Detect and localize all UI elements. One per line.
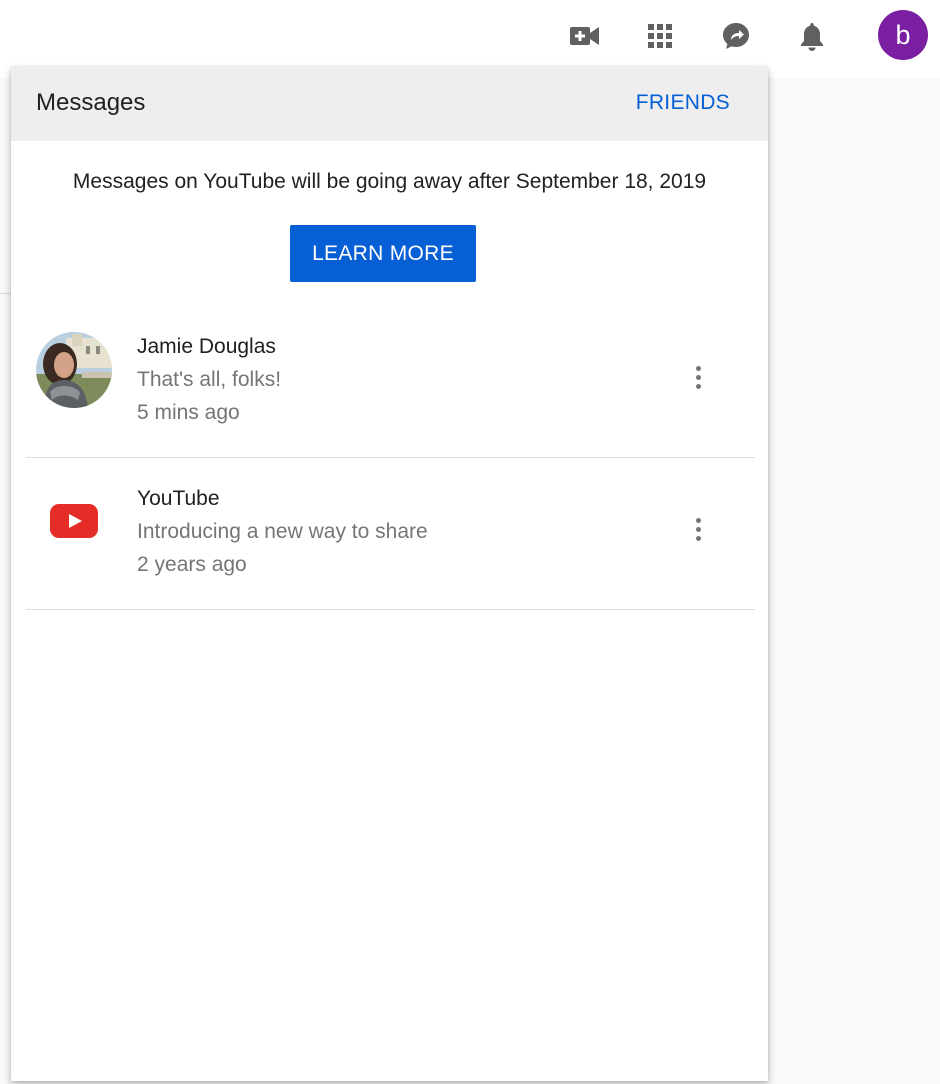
friends-button[interactable]: FRIENDS <box>636 91 730 115</box>
message-row[interactable]: Jamie Douglas That's all, folks! 5 mins … <box>26 307 755 458</box>
profile-photo-icon <box>36 332 112 408</box>
video-camera-plus-icon <box>570 27 599 45</box>
sender-name: YouTube <box>137 487 220 510</box>
avatar-letter: b <box>895 19 911 50</box>
message-time: 5 mins ago <box>137 401 240 424</box>
bell-icon <box>801 23 823 51</box>
create-video-button[interactable] <box>567 18 603 54</box>
panel-header: Messages FRIENDS <box>11 67 768 141</box>
message-row[interactable]: YouTube Introducing a new way to share 2… <box>26 459 755 610</box>
kebab-dot <box>695 517 701 523</box>
messages-button[interactable] <box>718 18 754 54</box>
message-time: 2 years ago <box>137 553 247 576</box>
apps-grid-icon <box>648 24 672 48</box>
kebab-dot <box>695 535 701 541</box>
notifications-button[interactable] <box>794 18 830 54</box>
kebab-dot <box>695 365 701 371</box>
learn-more-button[interactable]: LEARN MORE <box>290 225 476 282</box>
message-share-icon <box>723 23 749 49</box>
messages-panel: Messages FRIENDS Messages on YouTube wil… <box>11 67 768 1081</box>
kebab-dot <box>695 526 701 532</box>
message-snippet: Introducing a new way to share <box>137 520 428 543</box>
more-options-button[interactable] <box>686 509 710 549</box>
panel-title: Messages <box>36 89 146 116</box>
apps-button[interactable] <box>642 18 678 54</box>
youtube-logo-icon <box>50 504 98 538</box>
deprecation-notice: Messages on YouTube will be going away a… <box>72 170 707 193</box>
sender-name: Jamie Douglas <box>137 335 276 358</box>
kebab-dot <box>695 374 701 380</box>
kebab-dot <box>695 383 701 389</box>
account-avatar-button[interactable]: b <box>878 10 928 60</box>
message-snippet: That's all, folks! <box>137 368 282 391</box>
contact-avatar <box>36 332 112 408</box>
more-options-button[interactable] <box>686 357 710 397</box>
